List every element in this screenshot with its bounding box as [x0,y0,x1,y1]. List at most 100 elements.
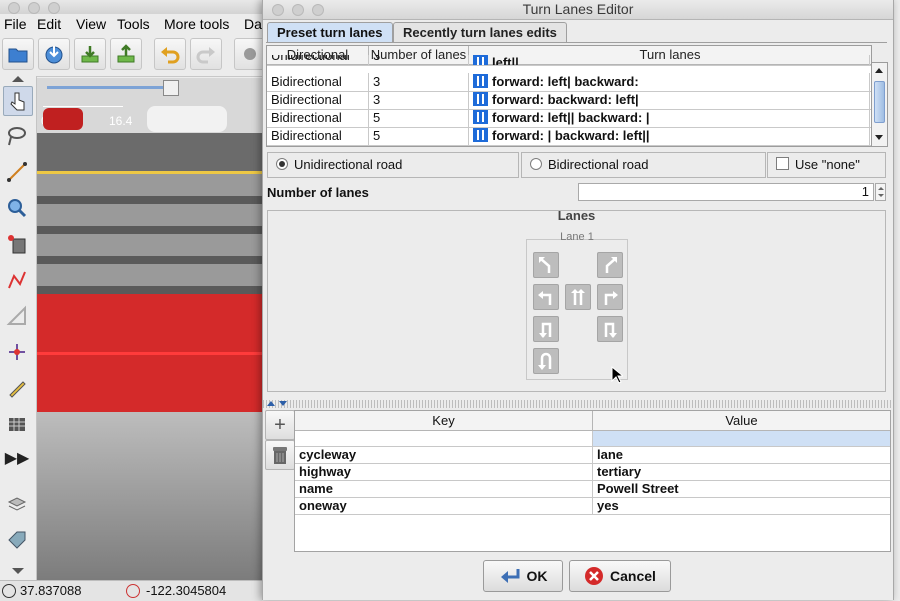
lasso-icon [8,127,26,146]
menu-more-tools[interactable]: More tools [164,16,229,32]
select-tool[interactable] [3,86,33,116]
cancel-button-label: Cancel [610,568,656,584]
main-toolbar [0,34,266,77]
redo-button[interactable] [190,38,222,70]
table-row[interactable]: highway tertiary [295,464,890,481]
longitude-value: -122.3045804 [146,583,227,598]
through-lane-button[interactable] [565,284,591,310]
open-file-button[interactable] [2,38,34,70]
menu-file[interactable]: File [4,16,27,32]
new-tag-row[interactable] [295,431,890,447]
radio-selected-icon[interactable] [276,158,288,170]
map-tool-sidebar: ▶▶ [0,76,37,580]
table-row[interactable]: Bidirectional 5 forward: left|| backward… [267,109,871,128]
zoom-tool[interactable] [3,194,31,222]
mouse-cursor-icon [611,366,623,384]
bidirectional-road-option[interactable]: Bidirectional road [521,152,766,178]
cell-lanes: 5 [369,127,469,145]
add-tag-button[interactable]: + [265,410,295,440]
tags-toggle[interactable] [3,526,31,554]
upload-data-button[interactable] [110,38,142,70]
close-window-button[interactable] [8,2,20,14]
scroll-down-arrow-icon[interactable] [875,135,883,140]
radio-unselected-icon[interactable] [530,158,542,170]
zoom-slider-track[interactable] [47,86,177,89]
column-header-key[interactable]: Key [295,411,593,431]
table-row[interactable]: cycleway lane [295,447,890,464]
layers-toggle[interactable] [3,490,31,518]
left-lane-button[interactable] [533,284,559,310]
tab-preset-turn-lanes[interactable]: Preset turn lanes [267,22,393,43]
undo-icon [161,47,180,64]
scrollbar-thumb[interactable] [874,81,885,123]
scroll-up-arrow-icon[interactable] [875,68,883,73]
slight-left-lane-button[interactable] [533,252,559,278]
delete-tag-button[interactable] [265,440,295,470]
improve-way-tool[interactable] [3,266,31,294]
sharp-right-arrow-icon [604,322,617,338]
tab-recent-turn-lanes-edits[interactable]: Recently turn lanes edits [393,22,567,43]
zoom-slider-thumb[interactable] [163,80,179,96]
menu-view[interactable]: View [76,16,106,32]
cell-turn-lanes: forward: backward: left| [469,91,870,109]
slight-right-lane-button[interactable] [597,252,623,278]
dialog-close-button[interactable] [272,4,284,16]
decrement-arrow-icon[interactable] [878,194,884,197]
table-row[interactable]: Unidirectional 3 left|| [267,55,871,66]
building-tool[interactable] [3,410,31,438]
dialog-zoom-button[interactable] [312,4,324,16]
tag-value: tertiary [597,464,642,479]
panel-splitter[interactable] [263,400,893,408]
download-data-button[interactable] [74,38,106,70]
scale-length-label: 16.4 [109,114,133,128]
highlighted-way[interactable] [37,352,262,355]
table-row[interactable]: Bidirectional 3 forward: left| backward: [267,73,871,92]
menu-tools[interactable]: Tools [117,16,150,32]
collapse-down-icon[interactable] [279,401,287,406]
table-row[interactable]: Bidirectional 5 forward: | backward: lef… [267,127,871,146]
open-location-button[interactable] [38,38,70,70]
new-value-cell[interactable] [593,431,890,446]
tag-value: lane [597,447,624,462]
cell-turn-lanes: left|| [469,55,870,65]
column-header-value[interactable]: Value [593,411,890,431]
use-none-option[interactable]: Use "none" [767,152,886,178]
sharp-right-lane-button[interactable] [597,316,623,342]
minimize-window-button[interactable] [28,2,40,14]
lane-1-group: Lane 1 [526,231,628,380]
increment-arrow-icon[interactable] [878,187,884,190]
table-row[interactable]: Bidirectional 3 forward: backward: left| [267,91,871,110]
preset-table-scrollbar[interactable] [871,62,888,147]
lasso-tool[interactable] [3,122,31,150]
dialog-minimize-button[interactable] [292,4,304,16]
number-of-lanes-input[interactable]: 1 [578,183,874,201]
undo-button[interactable] [154,38,186,70]
scroll-up-arrow-icon[interactable] [12,76,24,82]
right-lane-button[interactable] [597,284,623,310]
table-row[interactable]: oneway yes [295,498,890,515]
more-tools-button[interactable]: ▶▶ [3,444,31,472]
checkbox-icon[interactable] [776,157,789,170]
draw-pencil-tool[interactable] [3,374,31,402]
unidirectional-road-option[interactable]: Unidirectional road [267,152,519,178]
ok-button[interactable]: OK [483,560,563,592]
zoom-window-button[interactable] [48,2,60,14]
map-view[interactable]: 0 16.4 [37,78,262,580]
preset-turn-lanes-table: Directional Number of lanes Turn lanes U… [266,45,872,147]
menu-edit[interactable]: Edit [37,16,61,32]
delete-tool[interactable] [3,230,31,258]
new-key-cell[interactable] [295,431,593,446]
parallel-tool[interactable] [3,302,31,330]
sharp-left-lane-button[interactable] [533,316,559,342]
reverse-lane-button[interactable] [533,348,559,374]
cell-directional: Bidirectional [267,73,369,91]
left-arrow-icon [538,291,552,305]
collapse-up-icon[interactable] [267,401,275,406]
cancel-x-icon [585,567,604,585]
number-of-lanes-spinner[interactable] [875,183,886,201]
table-row[interactable]: name Powell Street [295,481,890,498]
draw-tool[interactable] [3,158,31,186]
cancel-button[interactable]: Cancel [569,560,671,592]
split-tool[interactable] [3,338,31,366]
scroll-down-arrow-icon[interactable] [12,568,24,574]
